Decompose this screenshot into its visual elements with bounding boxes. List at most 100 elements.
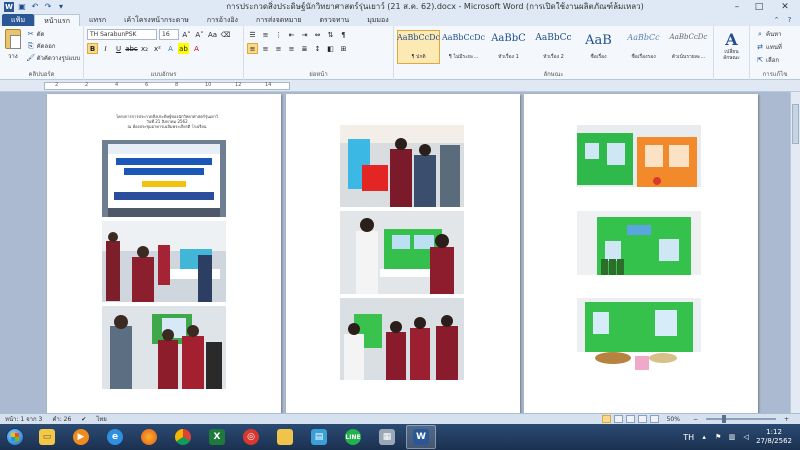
line-spacing-icon[interactable]: ↕ bbox=[312, 43, 323, 54]
tab-view[interactable]: มุมมอง bbox=[358, 14, 397, 26]
align-right-icon[interactable]: ≡ bbox=[273, 43, 284, 54]
justify-icon[interactable]: ≡ bbox=[286, 43, 297, 54]
show-hidden-icons-icon[interactable]: ▴ bbox=[700, 433, 708, 441]
photo-display-table[interactable] bbox=[577, 298, 701, 380]
tab-review[interactable]: ตรวจทาน bbox=[311, 14, 359, 26]
taskbar-chrome[interactable] bbox=[168, 425, 198, 449]
photo-bottles[interactable] bbox=[577, 211, 701, 294]
zoom-slider[interactable] bbox=[705, 415, 776, 423]
photo-banner[interactable] bbox=[102, 140, 226, 217]
input-language[interactable]: TH bbox=[683, 433, 694, 442]
thai-distributed-icon[interactable]: ≣ bbox=[299, 43, 310, 54]
find-button[interactable]: ⌕ ค้นหา bbox=[756, 29, 797, 39]
italic-icon[interactable]: I bbox=[100, 43, 111, 54]
grow-font-icon[interactable]: A˄ bbox=[181, 29, 192, 40]
style-heading-2[interactable]: AaBbCc หัวเรื่อง 2 bbox=[532, 30, 575, 64]
minimize-button[interactable]: – bbox=[726, 0, 748, 13]
page-count[interactable]: หน้า: 1 จาก 3 bbox=[0, 414, 47, 424]
collapse-ribbon-icon[interactable]: ⌃ bbox=[772, 15, 781, 24]
maximize-button[interactable]: □ bbox=[748, 0, 770, 13]
scrollbar-thumb[interactable] bbox=[792, 104, 799, 144]
taskbar-folder[interactable] bbox=[270, 425, 300, 449]
paste-button[interactable]: วาง bbox=[3, 29, 23, 70]
font-color-icon[interactable]: A bbox=[191, 43, 202, 54]
tab-references[interactable]: การอ้างอิง bbox=[198, 14, 247, 26]
photo-exhibit-green[interactable] bbox=[340, 211, 464, 294]
start-button[interactable] bbox=[2, 425, 28, 449]
vertical-scrollbar[interactable] bbox=[790, 92, 800, 413]
distributed-icon[interactable]: ⇔ bbox=[312, 29, 323, 40]
full-screen-reading-button[interactable] bbox=[613, 415, 623, 423]
page-1[interactable]: โครงการการประกวดสิ่งประดิษฐ์ของนักวิทยาศ… bbox=[47, 94, 281, 413]
zoom-slider-thumb[interactable] bbox=[721, 415, 726, 423]
redo-icon[interactable]: ↷ bbox=[43, 2, 53, 12]
tab-home[interactable]: หน้าแรก bbox=[34, 14, 80, 26]
print-layout-button[interactable] bbox=[601, 415, 611, 423]
text-effects-icon[interactable]: A bbox=[165, 43, 176, 54]
tab-file[interactable]: แฟ้ม bbox=[2, 14, 35, 26]
style-heading-1[interactable]: AaBbC หัวเรื่อง 1 bbox=[487, 30, 530, 64]
close-button[interactable]: ✕ bbox=[770, 0, 800, 13]
zoom-level[interactable]: 50% bbox=[662, 416, 685, 423]
taskbar-excel[interactable]: X bbox=[202, 425, 232, 449]
proofing-icon[interactable]: ✔ bbox=[76, 416, 91, 423]
superscript-icon[interactable]: x² bbox=[152, 43, 163, 54]
change-case-icon[interactable]: Aa bbox=[207, 29, 218, 40]
style-title[interactable]: AaB ชื่อเรื่อง bbox=[577, 30, 620, 64]
taskbar-calc[interactable]: ▦ bbox=[372, 425, 402, 449]
save-icon[interactable]: ▣ bbox=[17, 2, 27, 12]
undo-icon[interactable]: ↶ bbox=[30, 2, 40, 12]
font-name-select[interactable]: TH SarabunPSK bbox=[87, 29, 157, 40]
subscript-icon[interactable]: x₂ bbox=[139, 43, 150, 54]
help-icon[interactable]: ? bbox=[785, 15, 794, 24]
word-app-icon[interactable]: W bbox=[4, 1, 14, 12]
draft-button[interactable] bbox=[649, 415, 659, 423]
multilevel-list-icon[interactable]: ⋮ bbox=[273, 29, 284, 40]
tab-page-layout[interactable]: เค้าโครงหน้ากระดาษ bbox=[115, 14, 198, 26]
document-area[interactable]: โครงการการประกวดสิ่งประดิษฐ์ของนักวิทยาศ… bbox=[0, 92, 790, 413]
copy-button[interactable]: ⎘ คัดลอก bbox=[27, 41, 80, 51]
taskbar-photos[interactable]: ▤ bbox=[304, 425, 334, 449]
shrink-font-icon[interactable]: A˅ bbox=[194, 29, 205, 40]
align-left-icon[interactable]: ≡ bbox=[247, 43, 258, 54]
flag-icon[interactable]: ⚑ bbox=[714, 433, 722, 441]
taskbar-firefox[interactable] bbox=[134, 425, 164, 449]
web-layout-button[interactable] bbox=[625, 415, 635, 423]
select-button[interactable]: ⇱ เลือก bbox=[756, 55, 797, 65]
taskbar-line[interactable]: LINE bbox=[338, 425, 368, 449]
clear-format-icon[interactable]: ⌫ bbox=[220, 29, 231, 40]
bullets-icon[interactable]: ☰ bbox=[247, 29, 258, 40]
bold-icon[interactable]: B bbox=[87, 43, 98, 54]
word-count[interactable]: คำ: 26 bbox=[47, 414, 76, 424]
photo-boards[interactable] bbox=[577, 125, 701, 207]
style-no-spacing[interactable]: AaBbCcDc ¶ ไม่มีระยะ... bbox=[442, 30, 485, 64]
numbering-icon[interactable]: ≡ bbox=[260, 29, 271, 40]
outline-button[interactable] bbox=[637, 415, 647, 423]
horizontal-ruler[interactable]: 2 2 4 6 8 10 12 14 bbox=[0, 80, 800, 92]
taskbar-word[interactable]: W bbox=[406, 425, 436, 449]
customize-qat-icon[interactable]: ▾ bbox=[56, 2, 66, 12]
tab-mailings[interactable]: การส่งจดหมาย bbox=[247, 14, 311, 26]
zoom-out-icon[interactable]: − bbox=[688, 416, 703, 423]
show-marks-icon[interactable]: ¶ bbox=[338, 29, 349, 40]
shading-icon[interactable]: ◧ bbox=[325, 43, 336, 54]
decrease-indent-icon[interactable]: ⇤ bbox=[286, 29, 297, 40]
taskbar-explorer[interactable]: ▭ bbox=[32, 425, 62, 449]
photo-exhibit-blue[interactable] bbox=[340, 125, 464, 207]
style-subtle-emphasis[interactable]: AaBbCcDc ตัวเน้นรายละ... bbox=[667, 30, 710, 64]
replace-button[interactable]: ⇄ แทนที่ bbox=[756, 42, 797, 52]
font-size-select[interactable]: 16 bbox=[159, 29, 179, 40]
page-2[interactable] bbox=[286, 94, 520, 413]
tab-insert[interactable]: แทรก bbox=[80, 14, 115, 26]
page-3[interactable] bbox=[524, 94, 758, 413]
photo-ceremony[interactable] bbox=[102, 221, 226, 302]
cut-button[interactable]: ✂ ตัด bbox=[27, 29, 80, 39]
style-subtitle[interactable]: AaBbCc ชื่อเรื่องรอง bbox=[622, 30, 665, 64]
language-indicator[interactable]: ไทย bbox=[91, 414, 112, 424]
volume-icon[interactable]: ◁ bbox=[742, 433, 750, 441]
photo-students[interactable] bbox=[340, 298, 464, 380]
style-normal[interactable]: AaBbCcDc ¶ ปกติ bbox=[397, 30, 440, 64]
align-center-icon[interactable]: ≡ bbox=[260, 43, 271, 54]
borders-icon[interactable]: ⊞ bbox=[338, 43, 349, 54]
highlight-icon[interactable]: ab bbox=[178, 43, 189, 54]
